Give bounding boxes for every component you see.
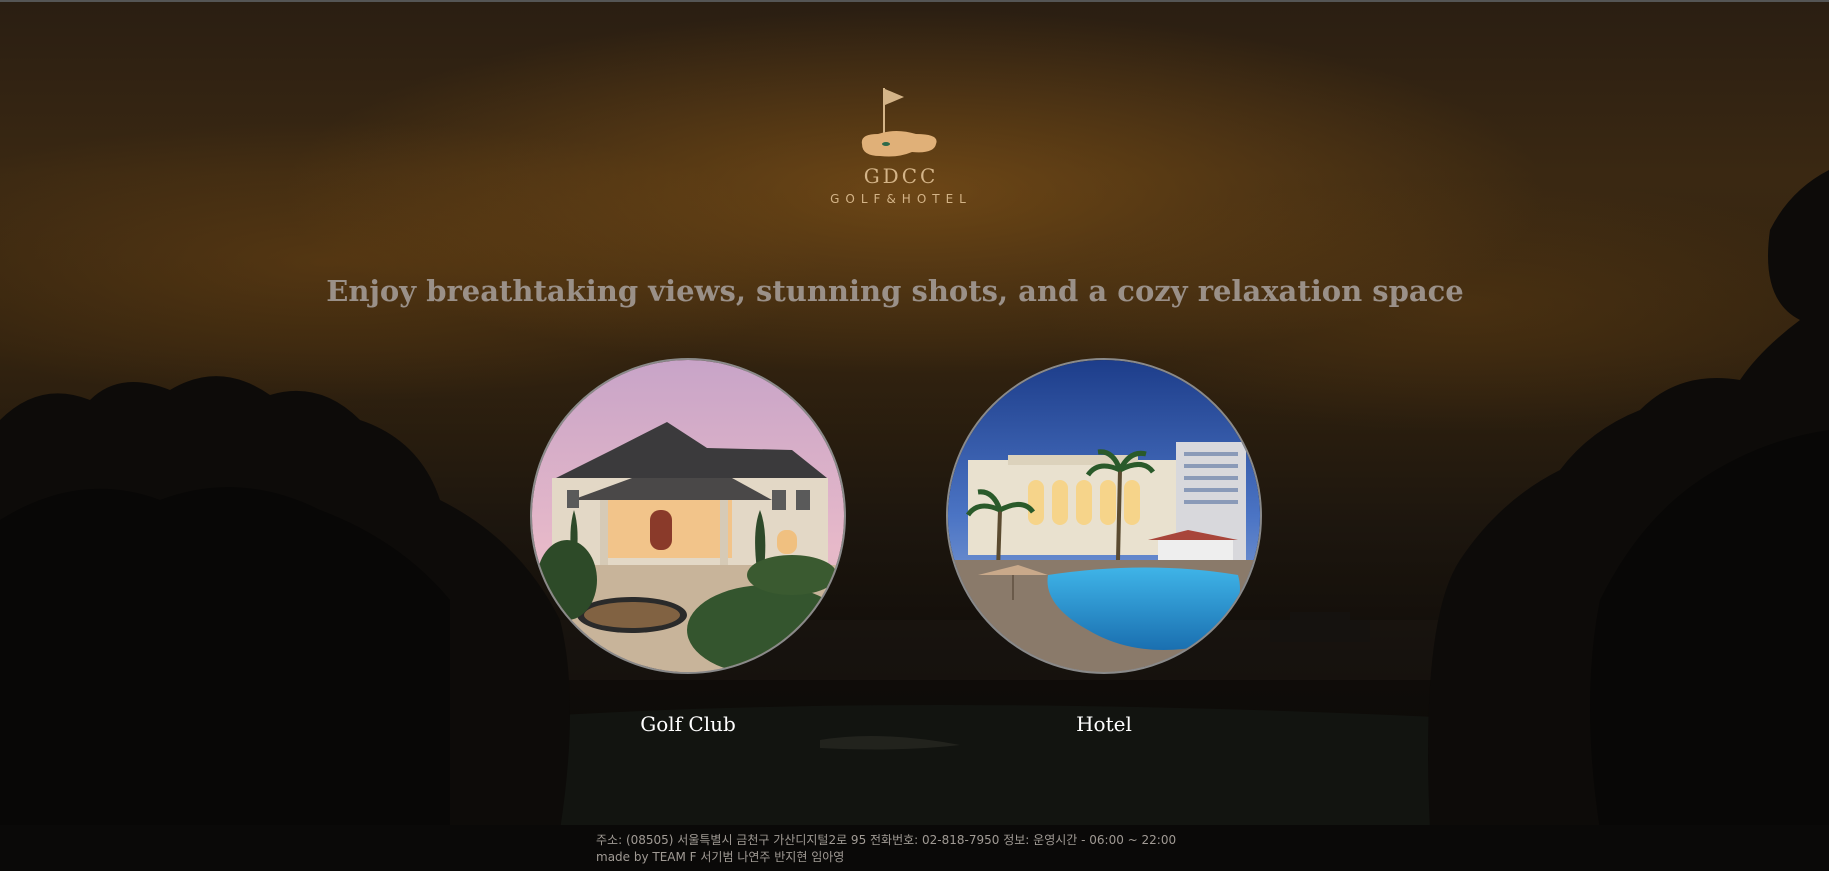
golf-club-card[interactable]: Golf Club bbox=[530, 358, 846, 736]
hotel-card[interactable]: Hotel bbox=[946, 358, 1262, 736]
hotel-image[interactable] bbox=[946, 358, 1262, 674]
golf-club-image[interactable] bbox=[530, 358, 846, 674]
golf-club-label[interactable]: Golf Club bbox=[530, 712, 846, 736]
page-footer: 주소: (08505) 서울특별시 금천구 가산디지털2로 95 전화번호: 0… bbox=[0, 825, 1829, 871]
footer-credits: made by TEAM F 서기범 나연주 반지현 임아영 bbox=[596, 850, 845, 864]
golf-flag-icon bbox=[861, 88, 937, 157]
logo-subtitle: GOLF&HOTEL bbox=[830, 192, 972, 206]
hotel-label[interactable]: Hotel bbox=[946, 712, 1262, 736]
footer-address: 주소: (08505) 서울특별시 금천구 가산디지털2로 95 전화번호: 0… bbox=[596, 833, 1177, 847]
brand-logo[interactable]: GDCC GOLF&HOTEL bbox=[816, 84, 986, 229]
page-tagline: Enjoy breathtaking views, stunning shots… bbox=[326, 274, 1464, 308]
footer-text: 주소: (08505) 서울특별시 금천구 가산디지털2로 95 전화번호: 0… bbox=[596, 832, 1176, 866]
logo-name: GDCC bbox=[863, 164, 939, 188]
landing-page: GDCC GOLF&HOTEL Enjoy breathtaking views… bbox=[0, 0, 1829, 871]
